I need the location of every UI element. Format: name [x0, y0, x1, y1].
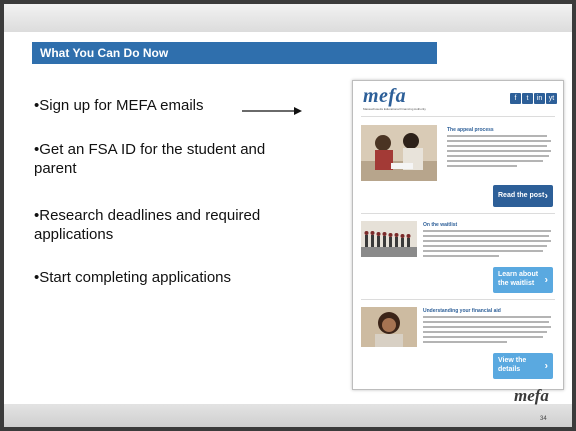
top-band [4, 4, 572, 32]
bullet-item: •Sign up for MEFA emails [34, 97, 204, 114]
view-details-button[interactable]: View the details › [493, 353, 553, 379]
button-label-line1: Learn about [498, 271, 539, 278]
linkedin-icon[interactable]: in [534, 93, 545, 104]
newsletter-logo: mefa [363, 85, 407, 107]
learn-about-waitlist-button[interactable]: Learn about the waitlist › [493, 267, 553, 293]
section-photo-students [361, 125, 437, 181]
button-label: Read the post [498, 192, 545, 199]
slide-title: What You Can Do Now [40, 46, 169, 60]
button-label-line2: the waitlist [498, 280, 535, 287]
title-bar: What You Can Do Now [32, 42, 437, 64]
newsletter-tagline: Massachusetts Educational Financing Auth… [363, 107, 426, 111]
divider [361, 299, 555, 300]
bullet-item: •Get an FSA ID for the student and paren… [34, 141, 266, 177]
bullet-item: •Start completing applications [34, 269, 232, 286]
button-label-line2: details [498, 366, 521, 373]
section-heading: The appeal process [447, 127, 494, 133]
read-the-post-button[interactable]: Read the post › [493, 185, 553, 207]
bullet-item: •Research deadlines and required applica… [34, 207, 261, 243]
page-number: 34 [540, 416, 547, 422]
divider [361, 213, 555, 214]
chevron-right-icon: › [544, 190, 548, 202]
slide: What You Can Do Now •Sign up for MEFA em… [4, 4, 572, 427]
footer-logo: mefa [514, 386, 549, 405]
newsletter-preview: mefa Massachusetts Educational Financing… [352, 80, 564, 390]
chevron-right-icon: › [544, 360, 548, 372]
section-photo-student-smiling [361, 307, 417, 347]
twitter-icon[interactable]: t [522, 93, 533, 104]
section-photo-waitlist-line [361, 221, 417, 257]
section-heading: On the waitlist [423, 222, 458, 228]
facebook-icon[interactable]: f [510, 93, 521, 104]
arrow-right-icon [242, 107, 302, 115]
chevron-right-icon: › [544, 274, 548, 286]
button-label-line1: View the [498, 357, 527, 364]
youtube-icon[interactable]: yt [546, 93, 557, 104]
bottom-band [4, 404, 572, 427]
divider [361, 116, 555, 117]
section-heading: Understanding your financial aid [423, 308, 501, 314]
